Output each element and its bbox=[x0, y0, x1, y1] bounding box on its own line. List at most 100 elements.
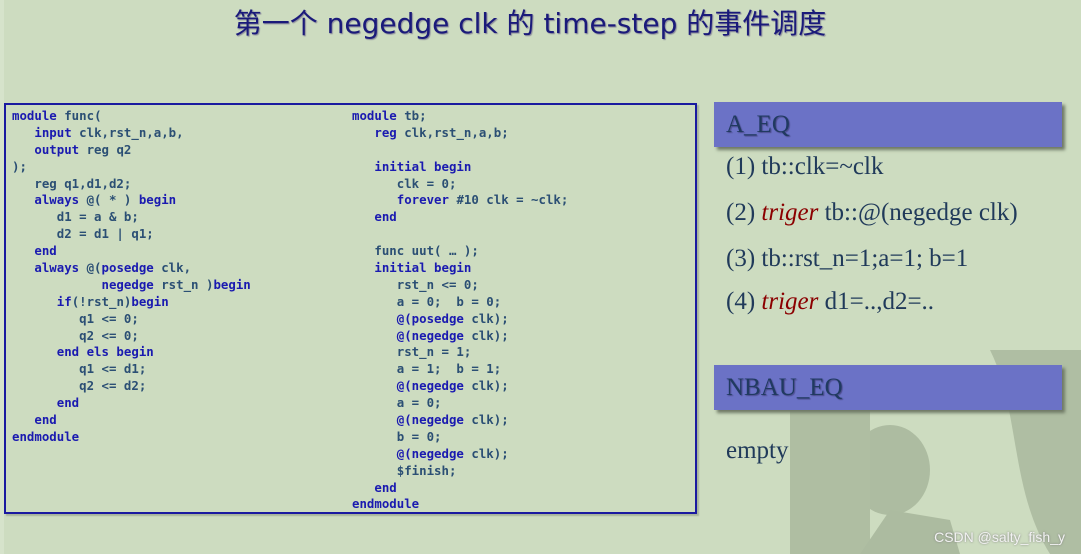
code-keyword: initial begin bbox=[352, 158, 472, 174]
code-line: module func( bbox=[12, 108, 251, 125]
code-text: a = 0; bbox=[352, 395, 442, 411]
code-line: module tb; bbox=[352, 108, 568, 125]
code-text: d2 = d1 | q1; bbox=[12, 226, 154, 242]
code-line: d1 = a & b; bbox=[12, 209, 251, 226]
code-line: q1 <= d1; bbox=[12, 361, 251, 378]
code-text: clk); bbox=[463, 378, 509, 394]
code-keyword: end els begin bbox=[12, 344, 154, 360]
code-line: ); bbox=[12, 159, 251, 176]
code-keyword: initial begin bbox=[352, 260, 472, 276]
code-line: rst_n <= 0; bbox=[352, 277, 568, 294]
code-keyword: @(negedge bbox=[352, 327, 464, 343]
watermark: CSDN @salty_fish_y bbox=[934, 529, 1065, 545]
code-keyword: reg bbox=[352, 124, 397, 140]
slide-title: 第一个 negedge clk 的 time-step 的事件调度 bbox=[233, 7, 827, 40]
code-keyword: end bbox=[12, 243, 57, 259]
active-queue-item: (3) tb::rst_n=1;a=1; b=1 bbox=[726, 245, 968, 273]
code-line: q2 <= 0; bbox=[12, 328, 251, 345]
code-text: rst_n ) bbox=[153, 276, 214, 292]
code-keyword: forever bbox=[352, 192, 449, 208]
code-line: d2 = d1 | q1; bbox=[12, 226, 251, 243]
code-keyword: endmodule bbox=[352, 496, 420, 512]
code-line: if(!rst_n)begin bbox=[12, 294, 251, 311]
code-keyword: negedge bbox=[12, 276, 154, 292]
item-number: (3) bbox=[726, 245, 756, 272]
code-keyword: output bbox=[12, 141, 80, 157]
trigger-keyword: triger bbox=[761, 288, 819, 315]
code-line: endmodule bbox=[12, 429, 251, 446]
code-line: $finish; bbox=[352, 463, 568, 480]
code-text: clk); bbox=[463, 445, 509, 461]
item-text: tb::@(negedge clk) bbox=[824, 199, 1018, 226]
code-line: end bbox=[12, 395, 251, 412]
code-keyword: @(negedge bbox=[352, 378, 464, 394]
item-text: d1=..,d2=.. bbox=[824, 288, 935, 315]
code-line: end bbox=[352, 480, 568, 497]
code-keyword: end bbox=[352, 479, 397, 495]
code-keyword: @(posedge bbox=[352, 310, 464, 326]
verilog-code-box: module func( input clk,rst_n,a,b, output… bbox=[4, 103, 697, 514]
code-line: clk = 0; bbox=[352, 176, 568, 193]
item-text: tb::clk=~clk bbox=[761, 153, 884, 180]
code-keyword: end bbox=[352, 209, 397, 225]
code-line: endmodule bbox=[352, 496, 568, 513]
code-line: always @( * ) begin bbox=[12, 192, 251, 209]
item-number: (1) bbox=[726, 153, 756, 180]
code-text: rst_n = 1; bbox=[352, 344, 472, 360]
code-line: a = 0; bbox=[352, 395, 568, 412]
code-text: #10 clk = ~clk; bbox=[448, 192, 569, 208]
code-text: b = 0; bbox=[352, 428, 442, 444]
code-line: always @(posedge clk, bbox=[12, 260, 251, 277]
code-text: clk,rst_n,a,b; bbox=[396, 124, 509, 140]
code-line: a = 0; b = 0; bbox=[352, 294, 568, 311]
code-text: (!rst_n) bbox=[71, 293, 132, 309]
code-text: func( bbox=[56, 108, 102, 123]
tb-module-code: module tb; reg clk,rst_n,a,b; initial be… bbox=[352, 108, 568, 513]
code-keyword: always bbox=[12, 260, 80, 276]
code-keyword: @(negedge bbox=[352, 445, 464, 461]
code-line: func uut( … ); bbox=[352, 243, 568, 260]
code-keyword: begin bbox=[213, 276, 251, 292]
code-text: clk); bbox=[463, 412, 509, 428]
code-text: ); bbox=[12, 158, 27, 174]
code-text: clk); bbox=[463, 310, 509, 326]
code-keyword: begin bbox=[131, 293, 169, 309]
code-keyword: always bbox=[12, 192, 80, 208]
code-line: negedge rst_n )begin bbox=[12, 277, 251, 294]
code-line: @(negedge clk); bbox=[352, 328, 568, 345]
code-line: a = 1; b = 1; bbox=[352, 361, 568, 378]
code-keyword: endmodule bbox=[12, 428, 80, 444]
code-text: clk, bbox=[153, 260, 192, 276]
item-number: (2) bbox=[726, 199, 756, 226]
code-text: @( * ) bbox=[79, 192, 139, 208]
code-keyword: end bbox=[12, 395, 80, 411]
code-text: q2 <= 0; bbox=[12, 327, 139, 343]
code-text: tb; bbox=[396, 108, 427, 123]
code-text: clk); bbox=[463, 327, 509, 343]
code-keyword: begin bbox=[138, 192, 177, 208]
nba-event-queue-header: NBAU_EQ bbox=[714, 365, 1062, 410]
code-line: output reg q2 bbox=[12, 142, 251, 159]
code-text: func uut( … ); bbox=[352, 243, 479, 259]
code-text: clk,rst_n,a,b, bbox=[71, 124, 184, 140]
code-keyword: posedge bbox=[101, 260, 154, 276]
code-text: reg q1,d1,d2; bbox=[12, 175, 132, 191]
code-line: @(negedge clk); bbox=[352, 378, 568, 395]
code-keyword: end bbox=[12, 412, 57, 428]
code-text: q1 <= 0; bbox=[12, 310, 139, 326]
item-number: (4) bbox=[726, 288, 756, 315]
code-text: a = 1; b = 1; bbox=[352, 361, 502, 377]
code-text: a = 0; b = 0; bbox=[352, 293, 502, 309]
code-line: initial begin bbox=[352, 260, 568, 277]
nba-queue-content: empty bbox=[726, 437, 789, 464]
item-text: tb::rst_n=1;a=1; b=1 bbox=[761, 245, 969, 272]
code-text: q2 <= d2; bbox=[12, 378, 147, 394]
active-queue-item: (4) triger d1=..,d2=.. bbox=[726, 288, 934, 316]
code-line: end bbox=[12, 243, 251, 260]
code-line: initial begin bbox=[352, 159, 568, 176]
code-line: @(negedge clk); bbox=[352, 446, 568, 463]
code-line: rst_n = 1; bbox=[352, 344, 568, 361]
code-text: clk = 0; bbox=[352, 175, 457, 191]
active-event-queue-header: A_EQ bbox=[714, 102, 1062, 147]
